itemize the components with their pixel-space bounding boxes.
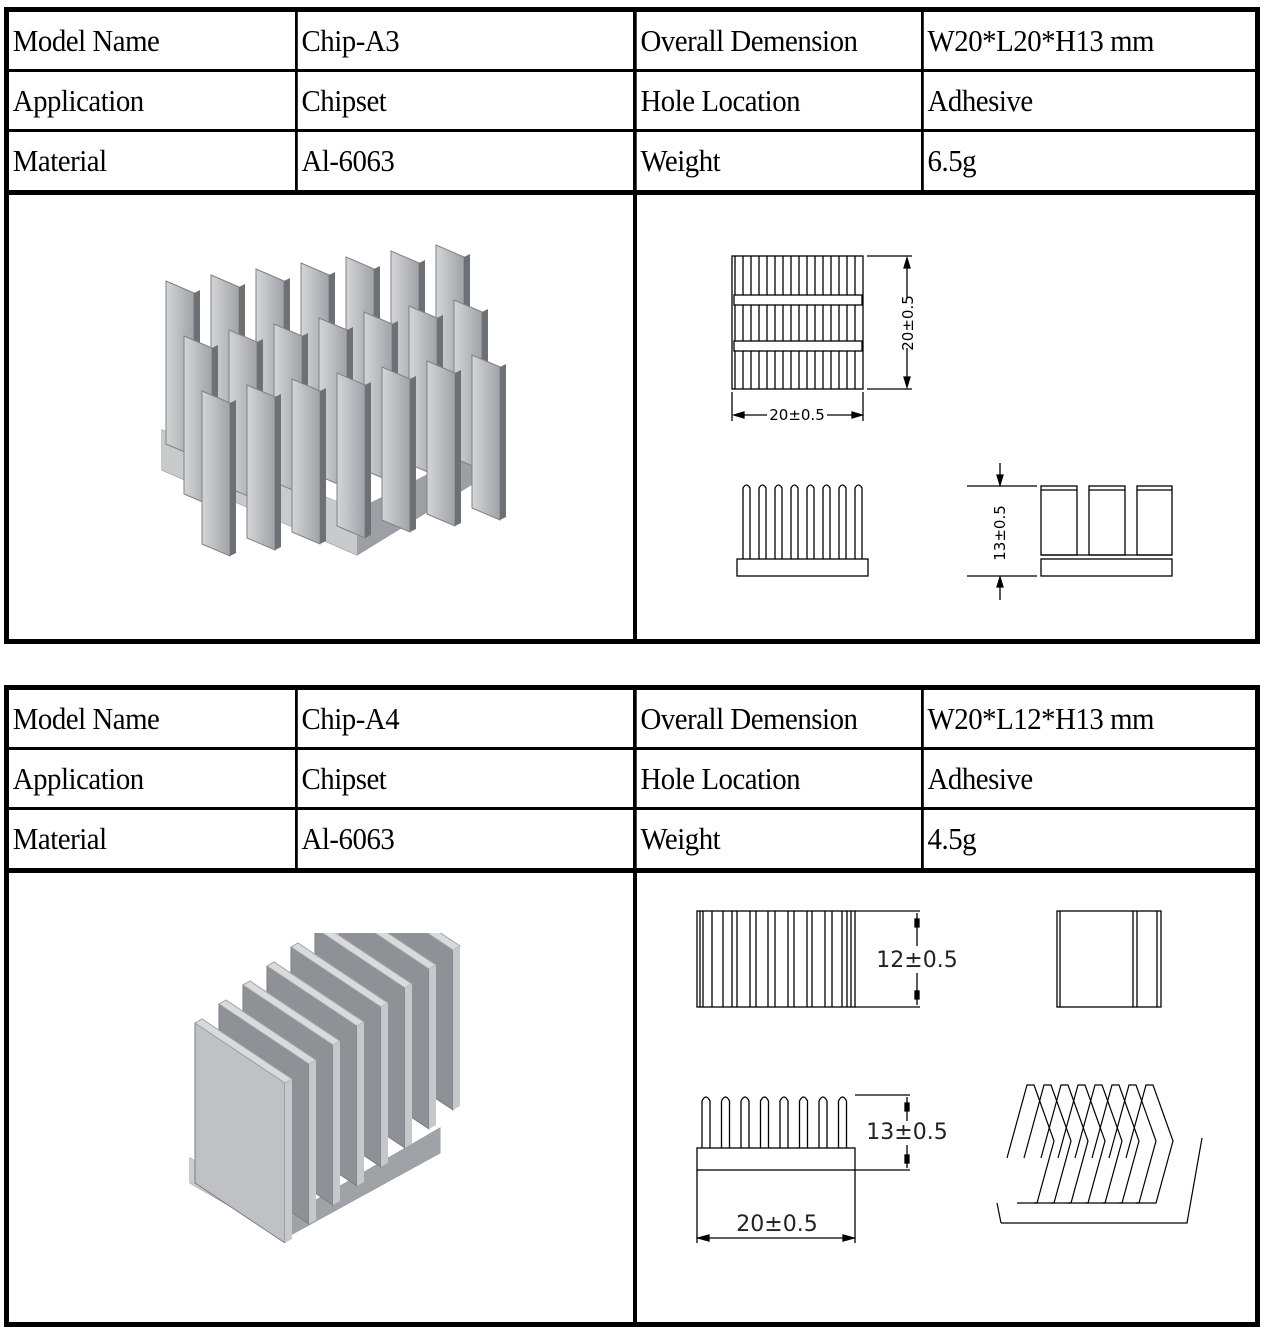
- heatsink-fin-edge: [309, 1060, 316, 1224]
- dim-width: 20±0.5: [736, 1212, 817, 1237]
- heatsink-fin-edge: [381, 1003, 388, 1167]
- label-hole-location: Hole Location: [633, 750, 901, 807]
- spec-row-model: Model Name Chip-A4 Overall Demension W20…: [9, 690, 1255, 750]
- drawing-cell: 20±0.5 20±0.5 13±0.5: [633, 195, 1255, 639]
- fin-outline: [822, 484, 831, 559]
- fin-outline: [701, 1096, 711, 1148]
- spec-row-model: Model Name Chip-A3 Overall Demension W20…: [9, 12, 1255, 72]
- isometric-view-drawing: [996, 1084, 1203, 1224]
- fin-outline: [720, 1096, 731, 1148]
- fin-outline: [742, 484, 751, 559]
- fin-outline: [1074, 1084, 1123, 1204]
- value-material: Al-6063: [295, 810, 609, 868]
- fin-outline: [1023, 1084, 1072, 1204]
- fin-outline: [759, 1096, 770, 1148]
- photo-cell: [9, 873, 633, 1322]
- top-view-drawing: [731, 255, 912, 421]
- fin-outline: [798, 1096, 809, 1148]
- fin-outline: [1057, 1084, 1106, 1204]
- spec-table-chip-a4: Model Name Chip-A4 Overall Demension W20…: [4, 685, 1260, 1327]
- value-hole-location: Adhesive: [921, 72, 1232, 129]
- heatsink-fin: [291, 378, 321, 545]
- heatsink-fin-edge: [333, 1041, 340, 1205]
- value-weight: 4.5g: [921, 810, 1232, 868]
- value-overall-dimension: W20*L20*H13 mm: [921, 12, 1232, 69]
- fin-outline: [806, 484, 815, 559]
- fin-outline: [1108, 1084, 1157, 1204]
- label-weight: Weight: [633, 810, 901, 868]
- heatsink-fin: [381, 366, 411, 533]
- fin-outline: [774, 484, 783, 559]
- fin-outline: [818, 1096, 828, 1148]
- label-model-name: Model Name: [12, 23, 160, 58]
- value-application: Chipset: [295, 72, 609, 129]
- value-hole-location: Adhesive: [921, 750, 1232, 807]
- label-weight: Weight: [633, 132, 901, 190]
- label-application: Application: [12, 83, 144, 118]
- heatsink-fin-side: [275, 394, 281, 550]
- dim-top-width: 20±0.5: [769, 406, 825, 424]
- heatsink-fin-side: [320, 388, 326, 544]
- heatsink-fin: [471, 354, 501, 521]
- heatsink-fin-edge: [405, 984, 412, 1148]
- heatsink-fin-edge: [453, 946, 460, 1110]
- heatsink-photo-straight-fin: [189, 933, 461, 1243]
- spec-row-application: Application Chipset Hole Location Adhesi…: [9, 72, 1255, 132]
- fin-outline: [740, 1096, 750, 1148]
- dim-height: 13±0.5: [866, 1120, 947, 1145]
- label-overall-dimension: Overall Demension: [633, 690, 901, 747]
- end-view-drawing: [1056, 910, 1162, 1008]
- spec-table-chip-a3: Model Name Chip-A3 Overall Demension W20…: [4, 7, 1260, 644]
- heatsink-fin-edge: [429, 965, 436, 1129]
- label-overall-dimension: Overall Demension: [633, 12, 901, 69]
- heatsink-fin-side: [410, 376, 416, 532]
- label-hole-location: Hole Location: [633, 72, 901, 129]
- heatsink-fin: [246, 384, 276, 551]
- value-weight: 6.5g: [921, 132, 1232, 190]
- label-application: Application: [12, 761, 144, 796]
- dim-top-length: 20±0.5: [899, 295, 917, 351]
- fin-outline: [838, 484, 847, 559]
- heatsink-fin-edge: [285, 1079, 292, 1243]
- heatsink-fin-side: [365, 382, 371, 538]
- technical-drawing-chip-a3: 20±0.5 20±0.5 13±0.5: [731, 255, 1173, 600]
- value-model-name: Chip-A3: [295, 12, 609, 69]
- technical-drawing-chip-a4: 12±0.5 13±0.5 20±0.5: [695, 910, 1203, 1243]
- spec-row-application: Application Chipset Hole Location Adhesi…: [9, 750, 1255, 810]
- dim-length: 12±0.5: [876, 948, 957, 973]
- media-row: 12±0.5 13±0.5 20±0.5: [9, 873, 1255, 1322]
- fin-outline: [1091, 1084, 1140, 1204]
- dim-height: 13±0.5: [991, 505, 1009, 561]
- value-material: Al-6063: [295, 132, 609, 190]
- heatsink-fin: [201, 390, 231, 557]
- fin-outline: [1125, 1084, 1174, 1204]
- label-material: Material: [12, 143, 107, 178]
- fin-outline: [837, 1096, 848, 1148]
- fin-outline: [1006, 1084, 1055, 1204]
- spec-row-material: Material Al-6063 Weight 6.5g: [9, 132, 1255, 195]
- media-row: 20±0.5 20±0.5 13±0.5: [9, 195, 1255, 639]
- value-application: Chipset: [295, 750, 609, 807]
- heatsink-fin: [426, 360, 456, 527]
- heatsink-fin-side: [500, 364, 506, 520]
- label-material: Material: [12, 821, 107, 856]
- fin-outline: [1040, 1084, 1089, 1204]
- value-model-name: Chip-A4: [295, 690, 609, 747]
- drawing-cell: 12±0.5 13±0.5 20±0.5: [633, 873, 1255, 1322]
- heatsink-photo-pin-fin: [161, 244, 506, 557]
- spec-row-material: Material Al-6063 Weight 4.5g: [9, 810, 1255, 873]
- heatsink-fin-side: [230, 400, 236, 556]
- fin-outline: [790, 484, 799, 559]
- value-overall-dimension: W20*L12*H13 mm: [921, 690, 1232, 747]
- heatsink-fin: [336, 372, 366, 539]
- heatsink-fin-edge: [357, 1022, 364, 1186]
- label-model-name: Model Name: [12, 701, 160, 736]
- fin-outline: [758, 484, 767, 559]
- heatsink-fin-side: [455, 370, 461, 526]
- fin-outline: [854, 484, 863, 559]
- front-view-drawing: [736, 484, 869, 577]
- photo-cell: [9, 195, 633, 639]
- fin-outline: [779, 1096, 789, 1148]
